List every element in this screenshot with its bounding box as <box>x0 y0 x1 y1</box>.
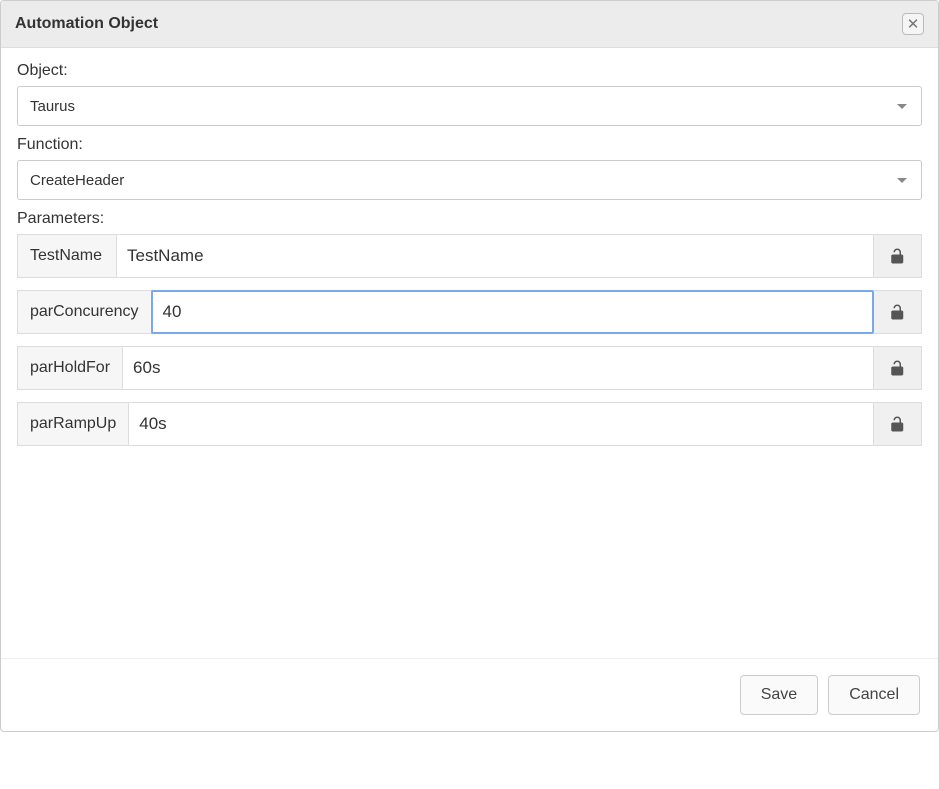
param-row-parrampup: parRampUp <box>17 402 922 446</box>
param-row-testname: TestName <box>17 234 922 278</box>
object-select-value: Taurus <box>30 98 897 115</box>
param-input-testname[interactable] <box>117 234 874 278</box>
chevron-down-icon <box>897 104 907 109</box>
param-lock-button[interactable] <box>874 234 922 278</box>
dialog-spacer <box>17 458 922 658</box>
cancel-button[interactable]: Cancel <box>828 675 920 715</box>
automation-object-dialog: Automation Object ✕ Object: Taurus Funct… <box>0 0 939 732</box>
param-name-label: TestName <box>17 234 117 278</box>
param-name-label: parHoldFor <box>17 346 123 390</box>
object-select[interactable]: Taurus <box>17 86 922 126</box>
object-label: Object: <box>17 62 922 80</box>
param-name-label: parRampUp <box>17 402 129 446</box>
param-input-parrampup[interactable] <box>129 402 874 446</box>
param-row-parconcurency: parConcurency <box>17 290 922 334</box>
close-button[interactable]: ✕ <box>902 13 924 35</box>
unlock-icon <box>889 247 907 265</box>
function-select-value: CreateHeader <box>30 172 897 189</box>
param-lock-button[interactable] <box>874 402 922 446</box>
unlock-icon <box>889 303 907 321</box>
param-lock-button[interactable] <box>874 290 922 334</box>
parameters-list: TestName parConcurency parHoldFor <box>17 234 922 446</box>
param-lock-button[interactable] <box>874 346 922 390</box>
dialog-header: Automation Object ✕ <box>1 1 938 48</box>
param-input-parconcurency[interactable] <box>151 290 875 334</box>
unlock-icon <box>889 415 907 433</box>
param-row-parholdfor: parHoldFor <box>17 346 922 390</box>
close-icon: ✕ <box>907 17 920 32</box>
unlock-icon <box>889 359 907 377</box>
dialog-footer: Save Cancel <box>1 658 938 731</box>
param-input-parholdfor[interactable] <box>123 346 874 390</box>
dialog-title: Automation Object <box>15 15 158 33</box>
dialog-body: Object: Taurus Function: CreateHeader Pa… <box>1 48 938 658</box>
save-button[interactable]: Save <box>740 675 818 715</box>
param-name-label: parConcurency <box>17 290 152 334</box>
function-select[interactable]: CreateHeader <box>17 160 922 200</box>
function-label: Function: <box>17 136 922 154</box>
parameters-label: Parameters: <box>17 210 922 228</box>
chevron-down-icon <box>897 178 907 183</box>
